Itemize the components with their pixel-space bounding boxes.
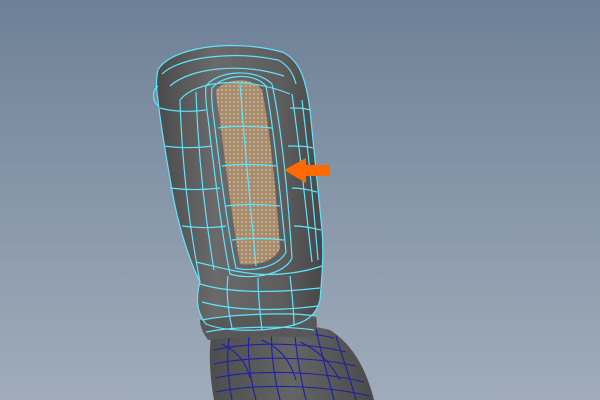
3d-viewport[interactable] xyxy=(0,0,600,400)
viewport-canvas[interactable] xyxy=(0,0,600,400)
